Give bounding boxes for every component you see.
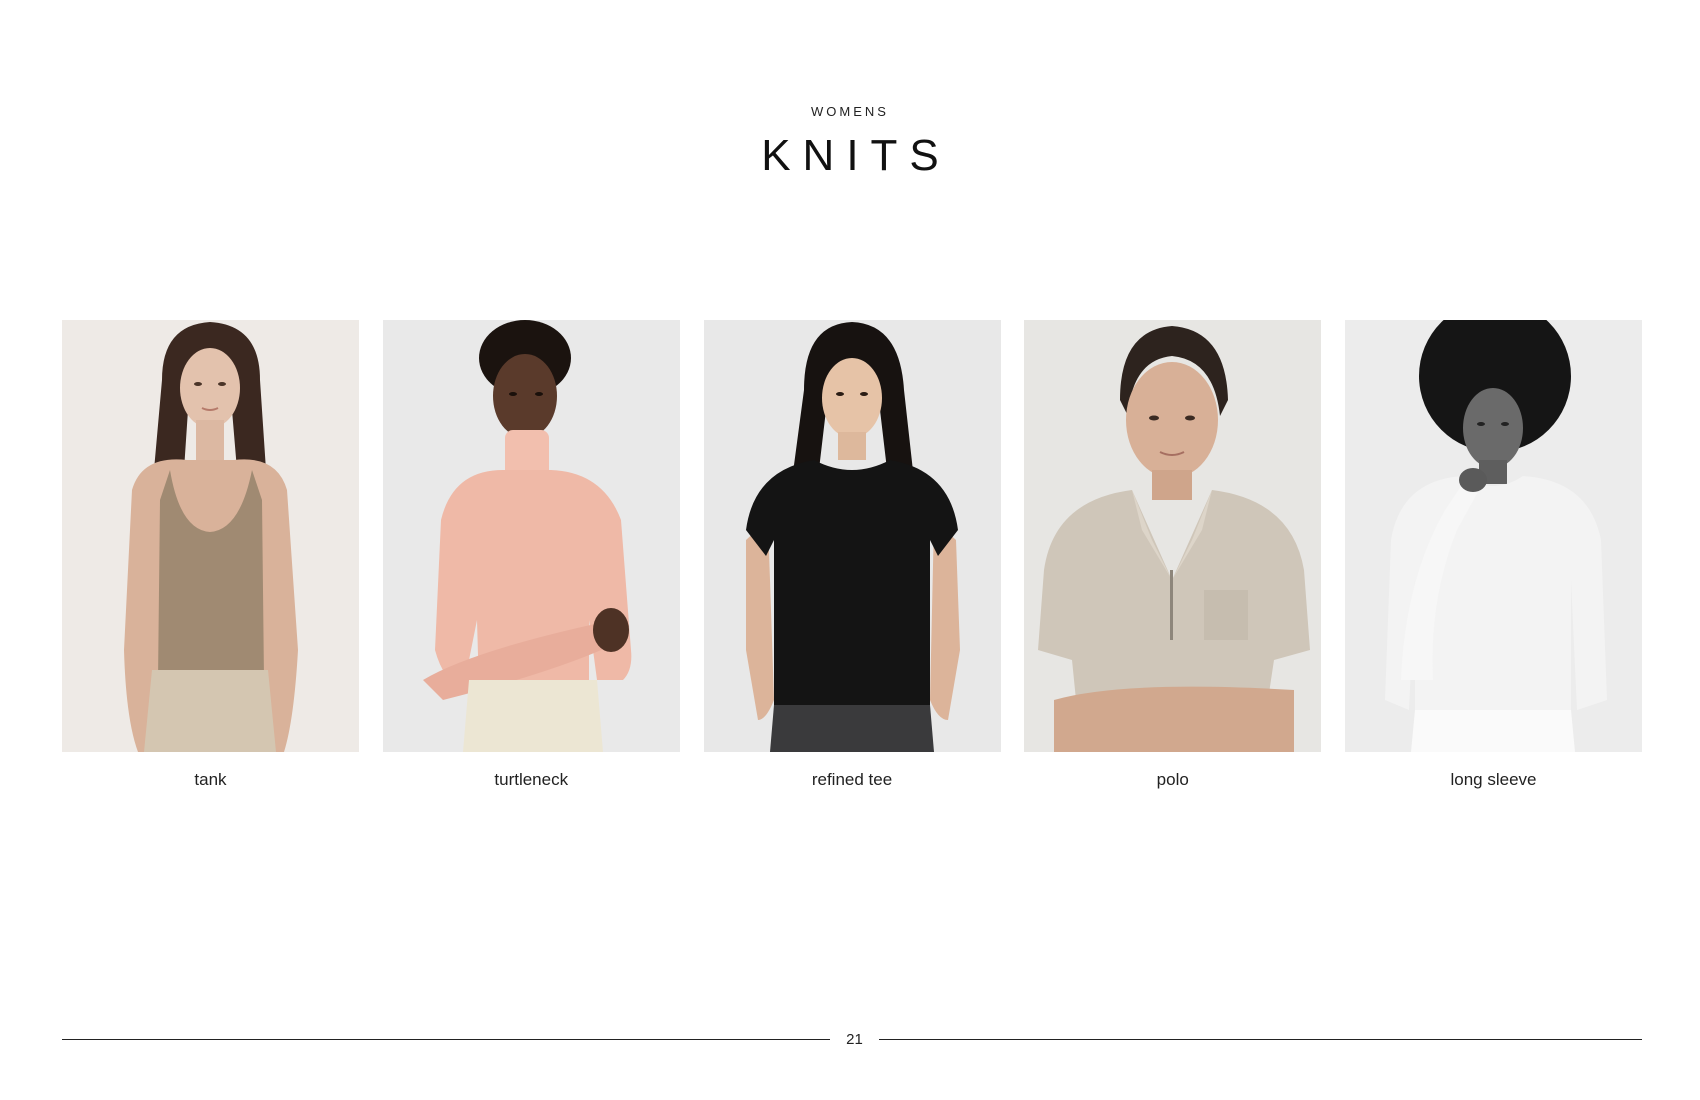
section-eyebrow: WOMENS: [811, 104, 889, 119]
model-photo-refined-tee: [703, 320, 1001, 752]
product-card-polo: polo: [1024, 320, 1322, 790]
product-grid: tank turtleneck refined tee polo long sl…: [62, 320, 1642, 790]
model-photo-turtleneck: [382, 320, 680, 752]
product-photo-refined-tee: [703, 320, 1001, 752]
product-card-turtleneck: turtleneck: [382, 320, 680, 790]
page-title: KNITS: [761, 131, 951, 180]
page-number: 21: [846, 1031, 863, 1048]
product-photo-turtleneck: [382, 320, 680, 752]
product-caption: polo: [1156, 770, 1189, 789]
product-caption: long sleeve: [1450, 770, 1537, 789]
footer-rule-left: [62, 1039, 830, 1040]
product-photo-polo: [1024, 320, 1322, 752]
product-card-tank: tank: [62, 320, 359, 790]
model-photo-polo: [1024, 320, 1322, 752]
footer-rule-right: [879, 1039, 1642, 1040]
model-photo-tank: [62, 320, 359, 752]
product-caption: refined tee: [811, 770, 893, 789]
product-caption: turtleneck: [494, 770, 569, 789]
product-photo-tank: [62, 320, 359, 752]
product-photo-long-sleeve: [1345, 320, 1642, 752]
product-card-refined-tee: refined tee: [703, 320, 1001, 790]
page-footer: 21: [62, 1030, 1642, 1050]
model-photo-long-sleeve: [1345, 320, 1642, 752]
product-card-long-sleeve: long sleeve: [1345, 320, 1642, 790]
page-header: WOMENS KNITS: [0, 104, 1700, 180]
product-caption: tank: [194, 770, 227, 789]
